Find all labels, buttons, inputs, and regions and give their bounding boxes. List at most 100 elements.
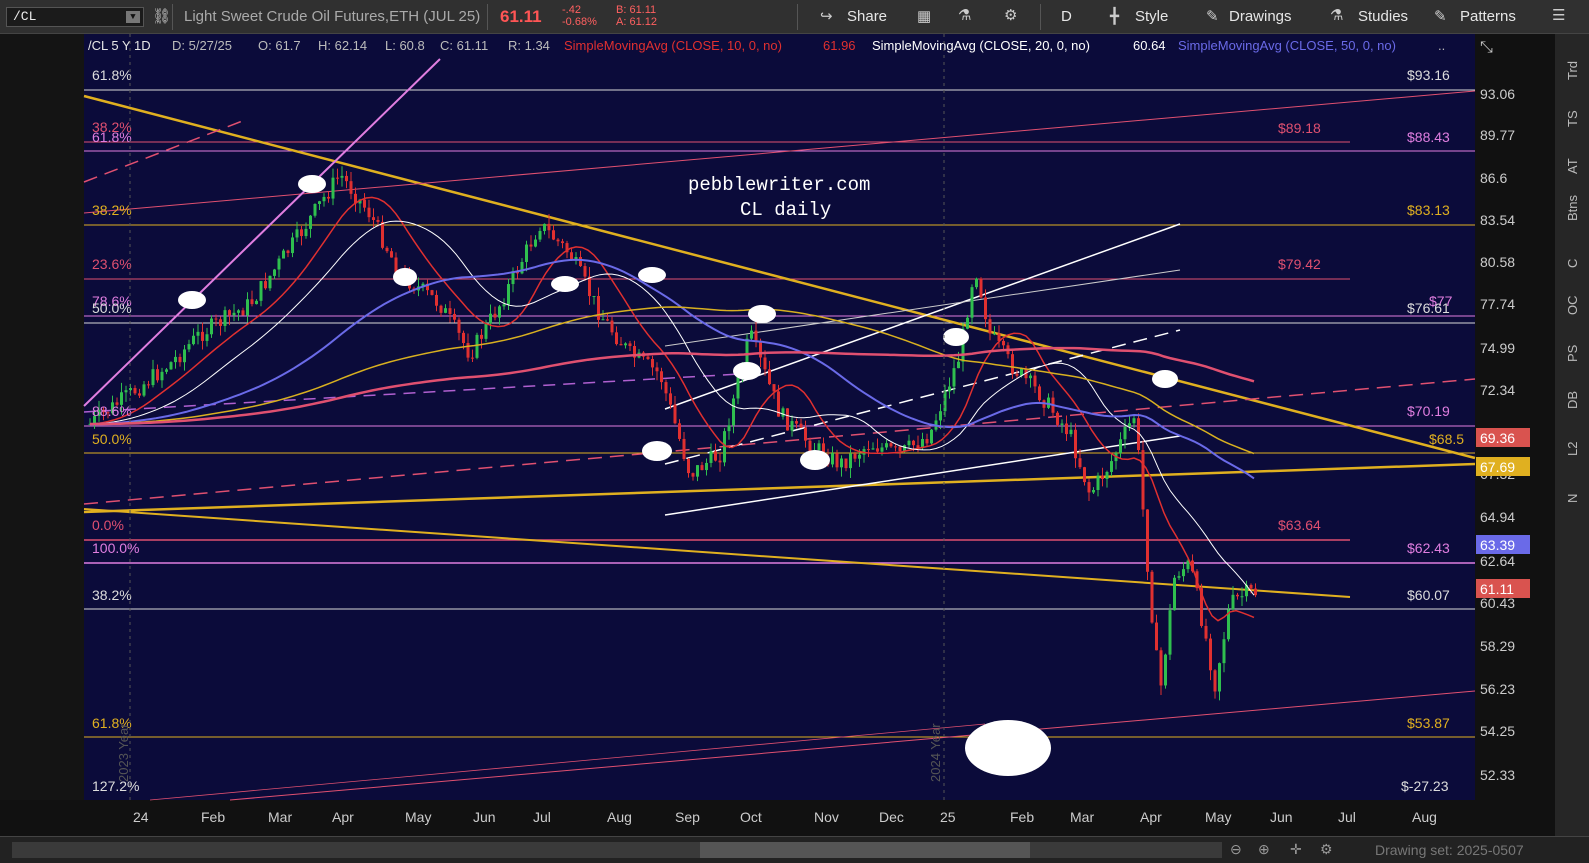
candle-body [439,305,443,313]
settings-icon[interactable]: ⚙ [1320,841,1333,858]
candle-body [597,296,600,320]
collapse-icon[interactable]: ⤡ [1480,39,1493,56]
candle-body [138,393,141,396]
side-tab-trd: Trd [1565,61,1580,80]
candle-body [309,215,312,229]
candle-body [732,398,735,426]
candle-body [538,230,542,240]
candle-body [1119,439,1122,454]
style-button[interactable]: Style [1135,8,1168,25]
legend-symbol: /CL 5 Y 1D [88,38,151,53]
candle-body [340,175,344,178]
candle-body [709,451,713,463]
fib-price-label: $63.64 [1278,517,1321,533]
candle-body [192,335,195,345]
candle-body [273,269,276,276]
candle-body [768,369,771,385]
fib-price-label: $83.13 [1407,202,1450,218]
chevron-down-icon[interactable]: ▼ [126,11,140,23]
grid-icon[interactable]: ▦ [917,7,931,25]
patterns-button[interactable]: Patterns [1460,8,1516,25]
candle-body [840,458,843,468]
scrollbar[interactable]: ⊖ ⊕ ✛ ⚙ Drawing set: 2025-0507 [0,836,1589,863]
candle-body [453,313,456,320]
share-button[interactable]: Share [847,8,887,25]
candle-body [1069,429,1073,435]
candle-body [691,473,695,477]
candle-body [754,330,758,342]
candle-body [322,196,326,202]
share-icon[interactable]: ↪ [820,7,833,25]
time-tick-label: Nov [814,809,839,825]
candle-body [1078,458,1082,468]
candle-body [304,228,308,237]
period-button[interactable]: D [1061,8,1072,25]
candle-body [300,229,303,237]
studies-flask-icon[interactable]: ⚗ [1330,6,1343,24]
price-tick-label: 74.99 [1480,340,1515,356]
candle-body [592,296,596,298]
candle-body [1254,588,1257,596]
legend-close: C: 61.11 [440,38,488,53]
time-tick-label: Mar [268,809,292,825]
candle-body [579,257,582,267]
candle-body [561,241,564,244]
candle-body [1105,471,1109,480]
candle-body [1146,509,1149,572]
candle-body [327,196,330,199]
price-chart[interactable]: /CL 5 Y 1D D: 5/27/25 O: 61.7 H: 62.14 L… [0,34,1589,836]
divider [797,4,798,30]
candle-body [367,207,371,218]
legend-more: .. [1438,38,1445,53]
candle-body [651,359,654,368]
price-tick-label: 86.6 [1480,170,1507,186]
time-tick-label: 25 [940,809,956,825]
fib-level-label: 88.6% [92,403,132,419]
scroll-thumb[interactable] [700,842,1030,858]
menu-icon[interactable]: ☰ [1552,6,1565,24]
candle-body [970,287,974,318]
candle-body [156,369,159,381]
candle-body [939,411,942,421]
price-tag-label: 61.11 [1480,581,1514,597]
legend-date: D: 5/27/25 [172,38,232,53]
candle-body [817,443,821,450]
candle-body [1092,490,1095,493]
candle-body [669,393,672,405]
candle-body [570,252,573,260]
candle-body [520,261,524,274]
candle-body [1074,429,1077,459]
candle-body [1222,639,1226,664]
candle-body [529,244,533,247]
time-axis-background [0,800,1555,836]
candle-body [678,423,681,439]
patterns-icon[interactable]: ✎ [1434,7,1447,25]
candle-body [885,443,888,448]
zoom-out-icon[interactable]: ⊖ [1230,841,1242,858]
zoom-in-icon[interactable]: ⊕ [1258,841,1270,858]
candle-body [385,247,389,252]
scroll-track[interactable] [12,842,1222,858]
candle-body [889,443,893,447]
studies-button[interactable]: Studies [1358,8,1408,25]
chart-area[interactable]: /CL 5 Y 1D D: 5/27/25 O: 61.7 H: 62.14 L… [0,34,1589,836]
pencil-icon[interactable]: ✎ [1206,7,1219,25]
candle-style-icon[interactable]: ╋ [1110,7,1119,25]
candle-body [966,317,969,329]
crosshair-icon[interactable]: ✛ [1290,841,1302,858]
symbol-input[interactable]: /CL ▼ [6,7,144,27]
fib-price-label: $62.43 [1407,540,1450,556]
flask-icon[interactable]: ⚗ [958,6,971,24]
drawings-button[interactable]: Drawings [1229,8,1292,25]
candle-body [1164,654,1167,686]
gear-icon[interactable]: ⚙ [1004,6,1017,24]
link-icon[interactable]: ⛓ [152,7,171,25]
candle-body [448,308,452,314]
price-tag-label: 67.69 [1480,459,1515,475]
candle-body [1209,638,1212,671]
fib-level-label: 61.8% [92,129,132,145]
candle-body [876,448,879,452]
candle-body [1141,450,1145,510]
candle-body [1159,650,1163,686]
top-toolbar: /CL ▼ ⛓ Light Sweet Crude Oil Futures,ETH… [0,0,1589,34]
